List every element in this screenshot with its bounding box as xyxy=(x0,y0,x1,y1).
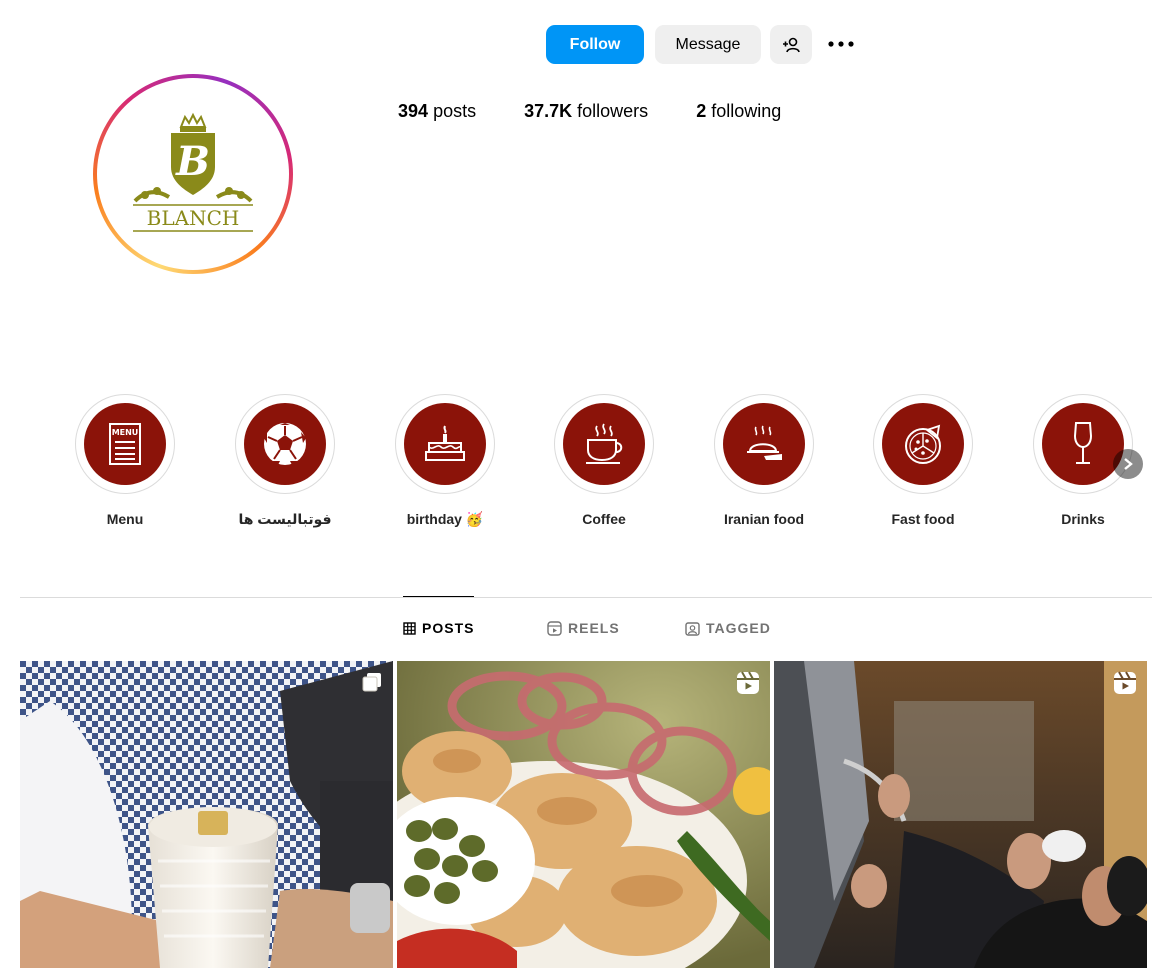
tagged-icon xyxy=(685,621,700,636)
highlight-label: Fast food xyxy=(891,511,955,527)
cake-icon xyxy=(425,425,465,461)
highlight-label: Coffee xyxy=(582,511,626,527)
highlight-label: Iranian food xyxy=(723,511,805,527)
carousel-icon xyxy=(362,673,381,692)
reel-icon xyxy=(1114,671,1136,694)
wine-glass-icon xyxy=(1073,422,1093,464)
tab-reels[interactable]: REELS xyxy=(547,620,620,636)
reel-icon xyxy=(737,671,759,694)
chefs-kitchen-photo xyxy=(774,661,1147,968)
highlight-birthday[interactable]: birthday 🥳 xyxy=(393,394,497,528)
milkshake-photo xyxy=(20,661,393,968)
followers-link[interactable]: 37.7K followers xyxy=(524,101,648,122)
highlight-label: Drinks xyxy=(1061,511,1105,527)
highlight-label: Menu xyxy=(106,511,144,527)
ellipsis-icon xyxy=(828,41,854,47)
grid-icon xyxy=(403,621,416,635)
menu-icon: MENU xyxy=(109,423,141,465)
svg-text:MENU: MENU xyxy=(112,428,139,437)
soccer-ball-icon xyxy=(264,423,306,465)
message-button[interactable]: Message xyxy=(655,25,761,64)
follow-button[interactable]: Follow xyxy=(546,25,644,64)
blanch-logo: B BLANCH xyxy=(133,112,253,232)
highlight-label: فوتبالیست ها xyxy=(238,511,332,527)
suggested-users-button[interactable] xyxy=(770,25,812,64)
profile-stats: 394 posts 37.7K followers 2 following xyxy=(398,101,781,122)
highlight-footballers[interactable]: فوتبالیست ها xyxy=(233,394,337,528)
post-thumbnail[interactable] xyxy=(20,661,393,968)
tab-posts[interactable]: POSTS xyxy=(403,620,474,636)
cloche-icon xyxy=(747,425,782,460)
kebab-platter-photo xyxy=(397,661,770,968)
post-thumbnail[interactable] xyxy=(774,661,1147,968)
highlight-coffee[interactable]: Coffee xyxy=(552,394,656,527)
coffee-cup-icon xyxy=(586,423,623,464)
pizza-icon xyxy=(905,424,941,464)
highlight-iranian-food[interactable]: Iranian food xyxy=(712,394,816,527)
highlight-label: birthday 🥳 xyxy=(406,511,484,527)
posts-count: 394 posts xyxy=(398,101,477,121)
more-options-button[interactable] xyxy=(825,30,857,58)
profile-avatar[interactable]: B BLANCH xyxy=(93,74,293,274)
tab-tagged[interactable]: TAGGED xyxy=(685,620,771,636)
svg-text:BLANCH: BLANCH xyxy=(147,206,240,230)
highlight-fast-food[interactable]: Fast food xyxy=(871,394,975,527)
following-link[interactable]: 2 following xyxy=(696,101,781,122)
svg-text:B: B xyxy=(175,138,210,185)
reels-icon xyxy=(547,620,562,636)
active-tab-indicator xyxy=(403,596,474,597)
post-thumbnail[interactable] xyxy=(397,661,770,968)
highlight-menu[interactable]: MENU Menu xyxy=(73,394,177,527)
highlights-next-button[interactable] xyxy=(1113,449,1143,479)
chevron-right-icon xyxy=(1124,458,1133,470)
tabs-divider xyxy=(20,597,1152,598)
add-user-icon xyxy=(783,37,800,52)
